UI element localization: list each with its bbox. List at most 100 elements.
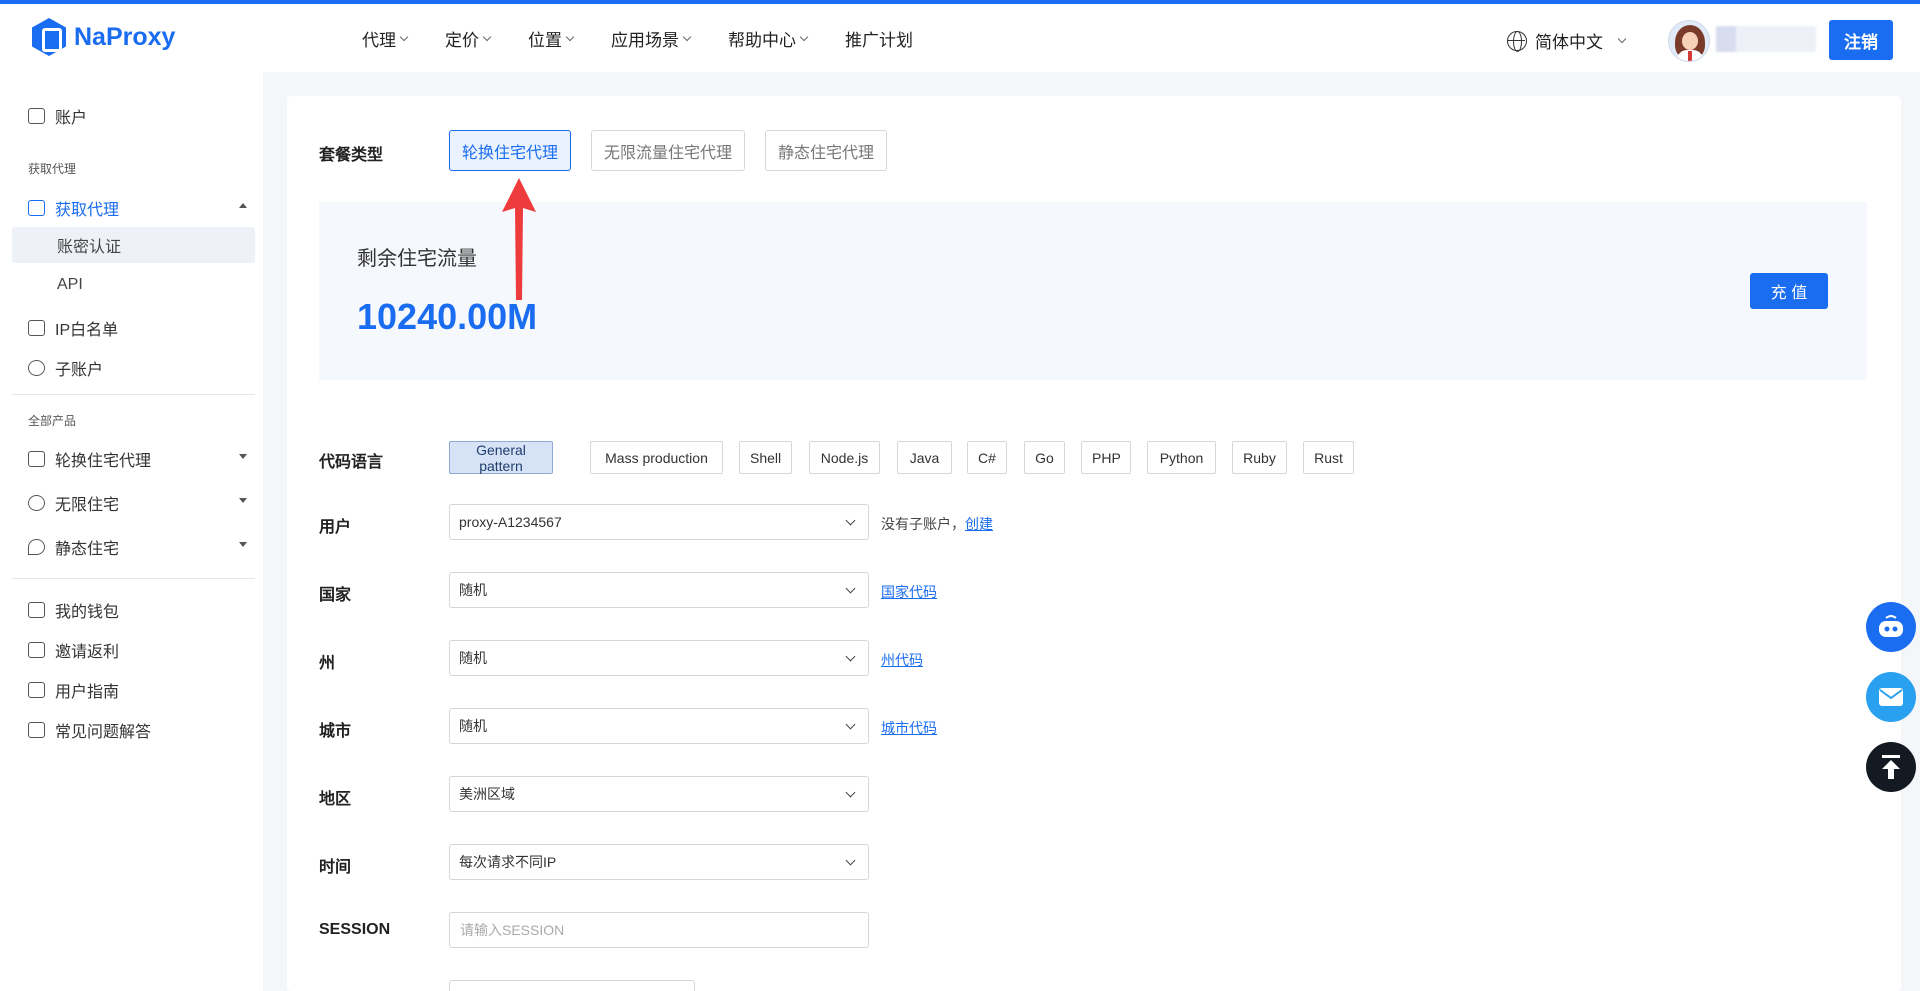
code-lang-shell[interactable]: Shell xyxy=(739,441,792,474)
chevron-down-icon xyxy=(845,651,856,662)
country-label: 国家 xyxy=(319,587,352,604)
caret-up-icon[interactable] xyxy=(239,203,247,208)
sidebar-item-api[interactable]: API xyxy=(12,267,255,303)
sidebar-item-static-residential[interactable]: 静态住宅 xyxy=(28,535,119,559)
logo[interactable]: NaProxy xyxy=(32,18,175,56)
back-to-top-icon[interactable] xyxy=(1866,742,1916,792)
sidebar-item-guide[interactable]: 用户指南 xyxy=(28,678,119,702)
sidebar-item-get-proxy[interactable]: 获取代理 xyxy=(28,196,119,220)
code-lang-rust[interactable]: Rust xyxy=(1303,441,1354,474)
remaining-traffic-label: 剩余住宅流量 xyxy=(357,248,477,270)
caret-down-icon[interactable] xyxy=(239,454,247,459)
city-code-link[interactable]: 城市代码 xyxy=(881,718,937,738)
user-select[interactable]: proxy-A1234567 xyxy=(449,504,869,540)
region-select[interactable]: 美洲区域 xyxy=(449,776,869,812)
code-language-label: 代码语言 xyxy=(319,454,384,471)
chevron-down-icon xyxy=(845,855,856,866)
region-label: 地区 xyxy=(319,791,352,808)
city-label: 城市 xyxy=(319,723,352,740)
divider xyxy=(12,394,255,395)
nav-item-proxy[interactable]: 代理 xyxy=(362,26,409,51)
logo-icon xyxy=(32,18,66,56)
code-lang-nodejs[interactable]: Node.js xyxy=(809,441,880,474)
account-icon xyxy=(28,108,45,124)
gift-icon xyxy=(28,642,45,658)
code-lang-python[interactable]: Python xyxy=(1147,441,1216,474)
chevron-down-icon xyxy=(399,32,409,41)
plan-unlimited-residential[interactable]: 无限流量住宅代理 xyxy=(591,130,746,171)
mail-icon[interactable] xyxy=(1866,672,1916,722)
remaining-traffic-value: 10240.00M xyxy=(357,296,538,337)
user-label: 用户 xyxy=(319,519,352,536)
time-select[interactable]: 每次请求不同IP xyxy=(449,844,869,880)
code-lang-mass[interactable]: Mass production xyxy=(590,441,723,474)
no-sub-account-hint: 没有子账户，创建 xyxy=(881,516,993,532)
sidebar-item-invite[interactable]: 邀请返利 xyxy=(28,638,119,662)
state-code-link[interactable]: 州代码 xyxy=(881,650,923,670)
sidebar: 账户 获取代理 获取代理 账密认证 API IP白名单 子账户 全部产品 轮换住… xyxy=(0,72,263,991)
nav-item-use-cases[interactable]: 应用场景 xyxy=(611,26,692,51)
plan-static-residential[interactable]: 静态住宅代理 xyxy=(765,130,888,171)
next-field-partial[interactable] xyxy=(449,980,695,991)
code-lang-php[interactable]: PHP xyxy=(1081,441,1131,474)
recharge-button[interactable]: 充 值 xyxy=(1750,273,1828,309)
lock-icon xyxy=(28,320,45,336)
sidebar-item-unlimited-residential[interactable]: 无限住宅 xyxy=(28,491,119,515)
sidebar-item-ip-whitelist[interactable]: IP白名单 xyxy=(28,316,118,340)
caret-down-icon[interactable] xyxy=(239,542,247,547)
session-input[interactable] xyxy=(449,912,869,948)
wallet-icon xyxy=(28,602,45,618)
chevron-down-icon xyxy=(845,515,856,526)
chevron-down-icon xyxy=(799,32,809,41)
language-selector[interactable]: 简体中文 xyxy=(1507,28,1627,53)
nav-item-locations[interactable]: 位置 xyxy=(528,26,575,51)
sidebar-item-rotating-residential[interactable]: 轮换住宅代理 xyxy=(28,447,151,471)
document-icon xyxy=(28,682,45,698)
city-select[interactable]: 随机 xyxy=(449,708,869,744)
country-select[interactable]: 随机 xyxy=(449,572,869,608)
traffic-panel xyxy=(319,202,1867,380)
section-get-proxy: 获取代理 xyxy=(28,162,77,176)
document-icon xyxy=(28,722,45,738)
state-select[interactable]: 随机 xyxy=(449,640,869,676)
chevron-down-icon xyxy=(565,32,575,41)
nav-item-affiliate[interactable]: 推广计划 xyxy=(845,26,913,51)
logout-button[interactable]: 注销 xyxy=(1829,20,1893,60)
globe-icon xyxy=(28,495,45,511)
home-icon xyxy=(28,451,45,467)
nav-item-pricing[interactable]: 定价 xyxy=(445,26,492,51)
caret-down-icon[interactable] xyxy=(239,498,247,503)
code-lang-ruby[interactable]: Ruby xyxy=(1232,441,1287,474)
code-lang-csharp[interactable]: C# xyxy=(967,441,1007,474)
avatar[interactable] xyxy=(1668,20,1710,62)
sidebar-item-faq[interactable]: 常见问题解答 xyxy=(28,718,151,742)
robot-icon[interactable] xyxy=(1866,602,1916,652)
annotation-arrow xyxy=(502,178,536,300)
chevron-down-icon xyxy=(845,583,856,594)
location-pin-icon xyxy=(28,539,45,555)
code-lang-java[interactable]: Java xyxy=(897,441,952,474)
brand-name: NaProxy xyxy=(74,22,176,51)
sidebar-item-wallet[interactable]: 我的钱包 xyxy=(28,598,119,622)
user-icon xyxy=(28,360,45,376)
username-redacted xyxy=(1716,26,1816,52)
sidebar-item-password-auth[interactable]: 账密认证 xyxy=(12,227,255,263)
chevron-down-icon xyxy=(682,32,692,41)
nav-item-help[interactable]: 帮助中心 xyxy=(728,26,809,51)
time-label: 时间 xyxy=(319,859,352,876)
chevron-down-icon xyxy=(482,32,492,41)
chevron-down-icon xyxy=(845,719,856,730)
chevron-down-icon xyxy=(845,787,856,798)
code-lang-go[interactable]: Go xyxy=(1024,441,1065,474)
session-label: SESSION xyxy=(319,921,391,938)
chevron-down-icon xyxy=(1617,34,1627,43)
sidebar-item-account[interactable]: 账户 xyxy=(28,104,87,128)
code-lang-general[interactable]: General pattern xyxy=(449,441,553,474)
sidebar-item-sub-account[interactable]: 子账户 xyxy=(28,356,103,380)
country-code-link[interactable]: 国家代码 xyxy=(881,582,937,602)
language-label: 简体中文 xyxy=(1535,33,1603,52)
section-all-products: 全部产品 xyxy=(28,414,77,428)
plan-rotating-residential[interactable]: 轮换住宅代理 xyxy=(449,130,572,171)
create-sub-account-link[interactable]: 创建 xyxy=(965,516,993,532)
globe-icon xyxy=(1507,30,1527,52)
